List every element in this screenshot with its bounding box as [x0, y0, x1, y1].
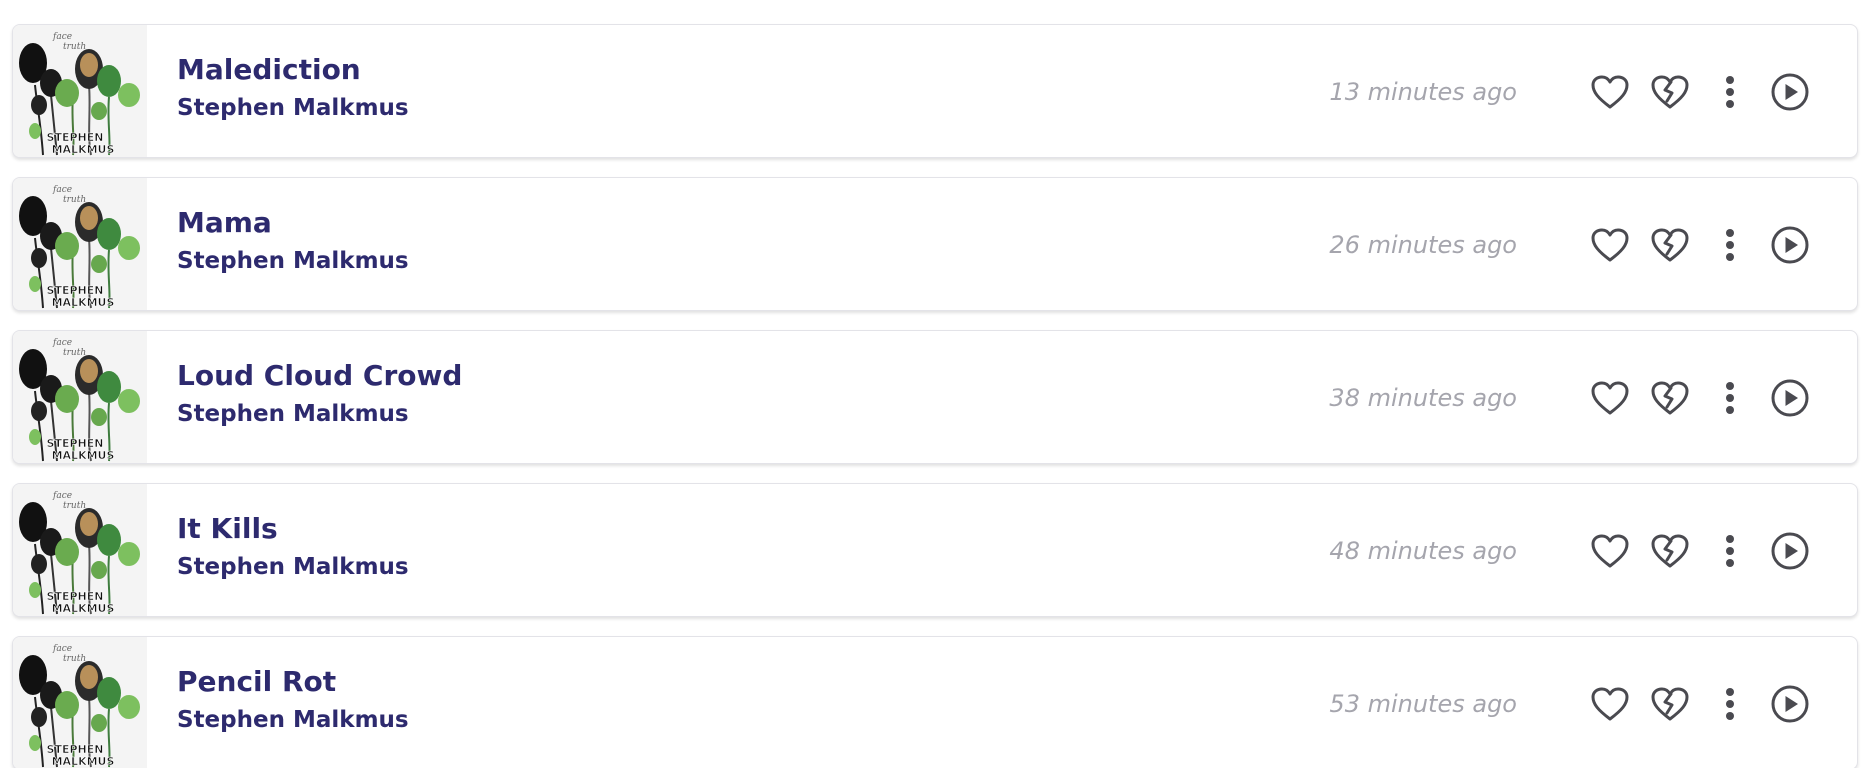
- track-artist[interactable]: Stephen Malkmus: [177, 707, 409, 733]
- track-artist[interactable]: Stephen Malkmus: [177, 248, 409, 274]
- svg-text:truth: truth: [63, 348, 86, 358]
- track-title[interactable]: Pencil Rot: [177, 665, 336, 698]
- svg-text:face: face: [52, 644, 72, 654]
- svg-text:truth: truth: [63, 42, 86, 52]
- broken-heart-icon[interactable]: [1647, 528, 1693, 574]
- played-timestamp: 26 minutes ago: [1329, 231, 1517, 259]
- played-timestamp: 13 minutes ago: [1329, 78, 1517, 106]
- heart-icon[interactable]: [1587, 69, 1633, 115]
- play-circle-icon[interactable]: [1767, 375, 1813, 421]
- svg-text:truth: truth: [63, 654, 86, 664]
- heart-icon[interactable]: [1587, 681, 1633, 727]
- play-circle-icon[interactable]: [1767, 681, 1813, 727]
- more-vertical-icon[interactable]: [1707, 375, 1753, 421]
- svg-text:face: face: [52, 32, 72, 42]
- svg-text:truth: truth: [63, 501, 86, 511]
- broken-heart-icon[interactable]: [1647, 375, 1693, 421]
- played-timestamp: 38 minutes ago: [1329, 384, 1517, 412]
- play-circle-icon[interactable]: [1767, 528, 1813, 574]
- svg-text:MALKMUS: MALKMUS: [52, 143, 115, 156]
- track-title[interactable]: Malediction: [177, 53, 361, 86]
- svg-text:MALKMUS: MALKMUS: [52, 449, 115, 462]
- track-row[interactable]: face truth STEPHEN MALKMUS Loud Cloud Cr…: [12, 330, 1858, 464]
- more-vertical-icon[interactable]: [1707, 528, 1753, 574]
- track-row[interactable]: face truth STEPHEN MALKMUS Pencil Rot St…: [12, 636, 1858, 768]
- track-row[interactable]: face truth STEPHEN MALKMUS Mama Stephen …: [12, 177, 1858, 311]
- played-timestamp: 53 minutes ago: [1329, 690, 1517, 718]
- album-art: face truth STEPHEN MALKMUS: [13, 331, 147, 463]
- album-art: face truth STEPHEN MALKMUS: [13, 484, 147, 616]
- album-art: face truth STEPHEN MALKMUS: [13, 178, 147, 310]
- svg-text:face: face: [52, 185, 72, 195]
- broken-heart-icon[interactable]: [1647, 69, 1693, 115]
- svg-text:MALKMUS: MALKMUS: [52, 602, 115, 615]
- svg-text:MALKMUS: MALKMUS: [52, 296, 115, 309]
- track-title[interactable]: It Kills: [177, 512, 278, 545]
- track-artist[interactable]: Stephen Malkmus: [177, 401, 409, 427]
- album-art: face truth STEPHEN MALKMUS: [13, 25, 147, 157]
- more-vertical-icon[interactable]: [1707, 69, 1753, 115]
- track-title[interactable]: Loud Cloud Crowd: [177, 359, 462, 392]
- play-circle-icon[interactable]: [1767, 69, 1813, 115]
- svg-text:face: face: [52, 338, 72, 348]
- broken-heart-icon[interactable]: [1647, 681, 1693, 727]
- track-artist[interactable]: Stephen Malkmus: [177, 554, 409, 580]
- recent-tracks-list: face truth STEPHEN MALKMUS Malediction S…: [0, 0, 1874, 768]
- svg-text:truth: truth: [63, 195, 86, 205]
- track-row[interactable]: face truth STEPHEN MALKMUS It Kills Step…: [12, 483, 1858, 617]
- track-artist[interactable]: Stephen Malkmus: [177, 95, 409, 121]
- played-timestamp: 48 minutes ago: [1329, 537, 1517, 565]
- album-art: face truth STEPHEN MALKMUS: [13, 637, 147, 768]
- heart-icon[interactable]: [1587, 222, 1633, 268]
- svg-text:MALKMUS: MALKMUS: [52, 755, 115, 768]
- more-vertical-icon[interactable]: [1707, 222, 1753, 268]
- track-row[interactable]: face truth STEPHEN MALKMUS Malediction S…: [12, 24, 1858, 158]
- broken-heart-icon[interactable]: [1647, 222, 1693, 268]
- play-circle-icon[interactable]: [1767, 222, 1813, 268]
- heart-icon[interactable]: [1587, 375, 1633, 421]
- heart-icon[interactable]: [1587, 528, 1633, 574]
- more-vertical-icon[interactable]: [1707, 681, 1753, 727]
- track-title[interactable]: Mama: [177, 206, 272, 239]
- svg-text:face: face: [52, 491, 72, 501]
